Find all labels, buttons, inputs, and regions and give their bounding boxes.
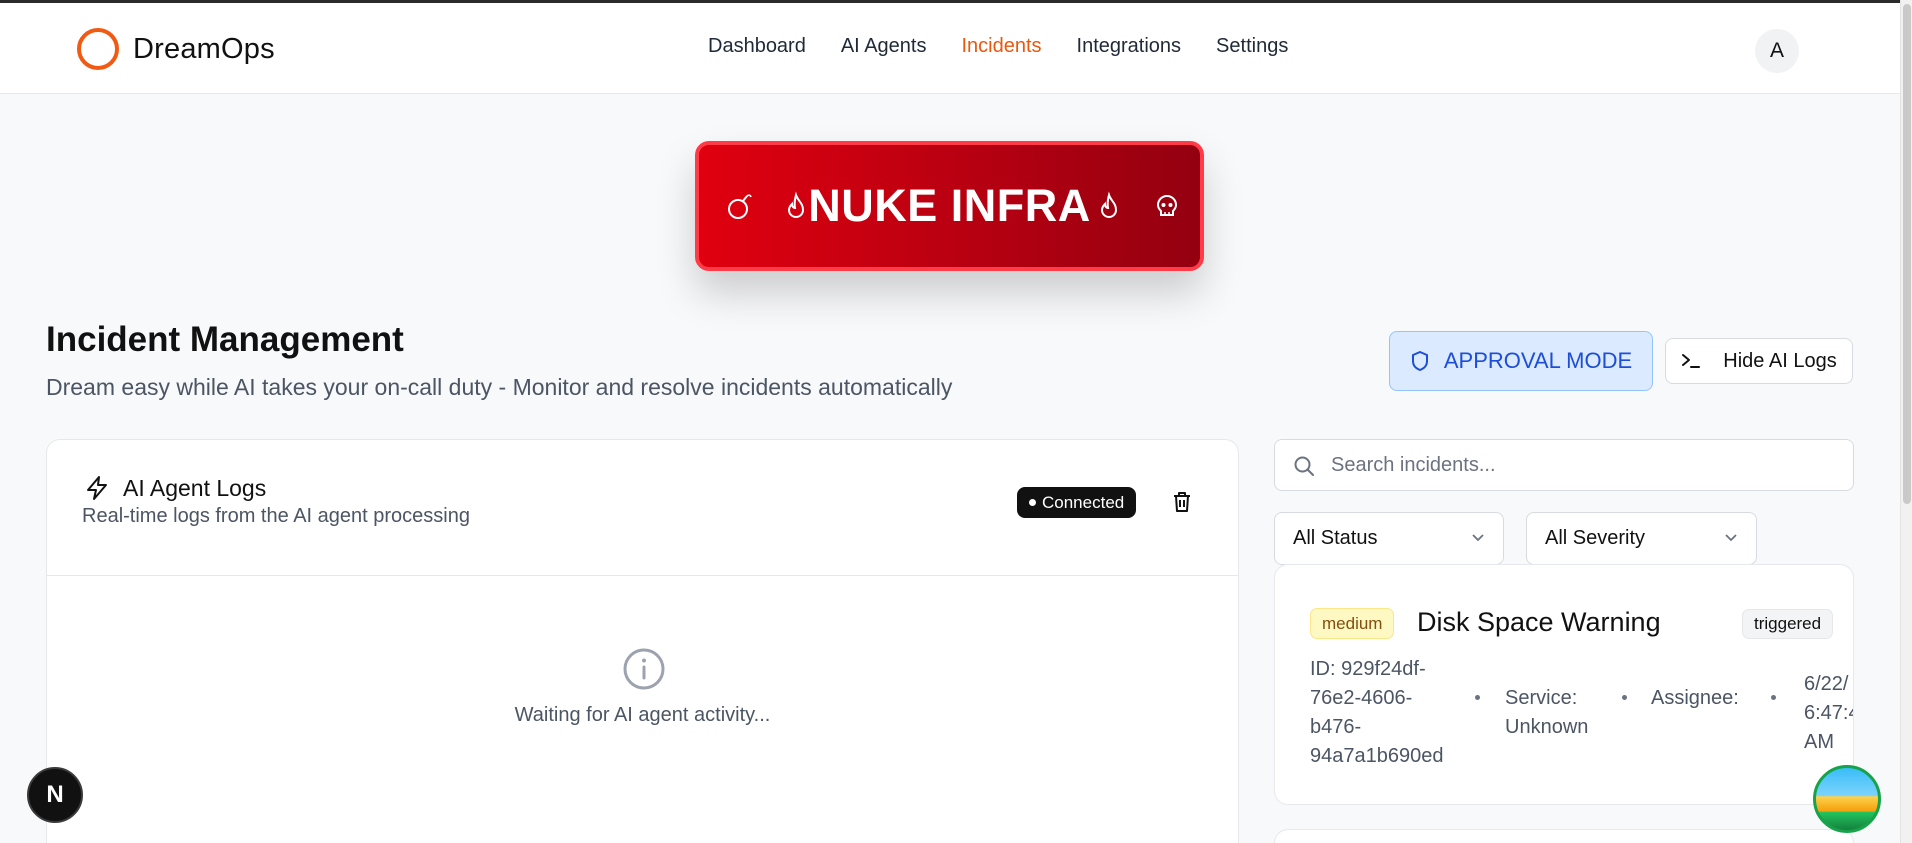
logo-ring-icon <box>77 28 119 70</box>
brand-logo[interactable]: DreamOps <box>77 28 275 70</box>
connection-status-text: Connected <box>1042 492 1125 512</box>
shield-icon <box>1411 351 1428 371</box>
meta-separator <box>1475 695 1480 700</box>
scrollbar-thumb[interactable] <box>1903 4 1911 504</box>
severity-badge: medium <box>1310 608 1395 639</box>
status-filter-value: All Status <box>1293 527 1378 549</box>
incident-time-line: 6:47:4 <box>1804 702 1853 724</box>
search-icon <box>1294 456 1314 476</box>
status-dot-icon <box>1029 499 1036 506</box>
flame-icon <box>787 191 805 218</box>
brand-name: DreamOps <box>133 32 275 65</box>
meta-separator <box>1771 695 1776 700</box>
lightning-icon <box>87 476 107 500</box>
incident-id-line: 94a7a1b690ed <box>1310 745 1444 767</box>
incident-service: Service: Unknown <box>1505 684 1588 742</box>
incident-time-line: 6/22/ <box>1804 673 1849 695</box>
search-input[interactable] <box>1331 440 1831 490</box>
incident-time: 6/22/ 6:47:4 AM <box>1804 670 1853 757</box>
nav-dashboard[interactable]: Dashboard <box>708 35 806 58</box>
incident-card[interactable]: medium Disk Space Warning triggered ID: … <box>1274 564 1854 805</box>
main-nav: Dashboard AI Agents Incidents Integratio… <box>708 35 1288 58</box>
logs-card-header: AI Agent Logs Real-time logs from the AI… <box>47 440 1238 576</box>
logs-subtitle: Real-time logs from the AI agent process… <box>82 505 470 527</box>
info-icon <box>623 648 665 690</box>
severity-filter-select[interactable]: All Severity <box>1526 512 1757 565</box>
app-header: DreamOps Dashboard AI Agents Incidents I… <box>0 3 1900 94</box>
incident-service-line: Unknown <box>1505 716 1589 738</box>
user-avatar[interactable]: A <box>1755 29 1799 73</box>
hide-ai-logs-label: Hide AI Logs <box>1723 349 1837 372</box>
nav-ai-agents[interactable]: AI Agents <box>841 35 927 58</box>
meta-separator <box>1622 695 1627 700</box>
page-scrollbar[interactable] <box>1900 0 1912 843</box>
nav-incidents[interactable]: Incidents <box>961 35 1041 58</box>
incident-search <box>1274 439 1854 491</box>
flame-icon <box>1100 191 1118 218</box>
beach-avatar-icon[interactable] <box>1813 765 1881 833</box>
incident-assignee: Assignee: <box>1651 687 1739 709</box>
nextjs-devtools-badge[interactable]: N <box>27 767 83 823</box>
connection-status-badge: Connected <box>1017 487 1137 518</box>
nuke-infra-button[interactable]: NUKE INFRA <box>695 141 1204 271</box>
incident-service-line: Service: <box>1505 687 1578 709</box>
incident-id-line: b476- <box>1310 716 1362 738</box>
waiting-message: Waiting for AI agent activity... <box>514 704 771 726</box>
incident-id-line: 76e2-4606- <box>1310 687 1413 709</box>
page-title: Incident Management <box>46 320 404 359</box>
nav-integrations[interactable]: Integrations <box>1077 35 1182 58</box>
incident-title: Disk Space Warning <box>1417 607 1661 637</box>
skull-icon <box>1156 194 1178 216</box>
page-subtitle: Dream easy while AI takes your on-call d… <box>46 374 953 400</box>
incident-time-line: AM <box>1804 731 1834 753</box>
severity-filter-value: All Severity <box>1545 527 1646 549</box>
chevron-down-icon <box>1472 534 1484 542</box>
chevron-down-icon <box>1725 534 1737 542</box>
bomb-icon <box>728 194 752 219</box>
approval-mode-label: APPROVAL MODE <box>1443 348 1633 373</box>
logs-title-text: AI Agent Logs <box>123 474 267 501</box>
terminal-icon <box>1682 354 1701 368</box>
hide-ai-logs-button[interactable]: Hide AI Logs <box>1665 338 1853 384</box>
trash-icon[interactable] <box>1171 490 1193 514</box>
incident-status-badge: triggered <box>1742 609 1834 639</box>
incident-card-next[interactable] <box>1274 829 1854 843</box>
incident-id-line: ID: 929f24df- <box>1310 658 1426 680</box>
nuke-infra-label: NUKE INFRA <box>808 180 1091 231</box>
nav-settings[interactable]: Settings <box>1216 35 1288 58</box>
logs-title: AI Agent Logs <box>83 474 266 502</box>
incident-id: ID: 929f24df- 76e2-4606- b476- 94a7a1b69… <box>1310 655 1443 771</box>
approval-mode-button[interactable]: APPROVAL MODE <box>1389 331 1653 391</box>
status-filter-select[interactable]: All Status <box>1274 512 1504 565</box>
ai-agent-logs-card: AI Agent Logs Real-time logs from the AI… <box>46 439 1239 843</box>
